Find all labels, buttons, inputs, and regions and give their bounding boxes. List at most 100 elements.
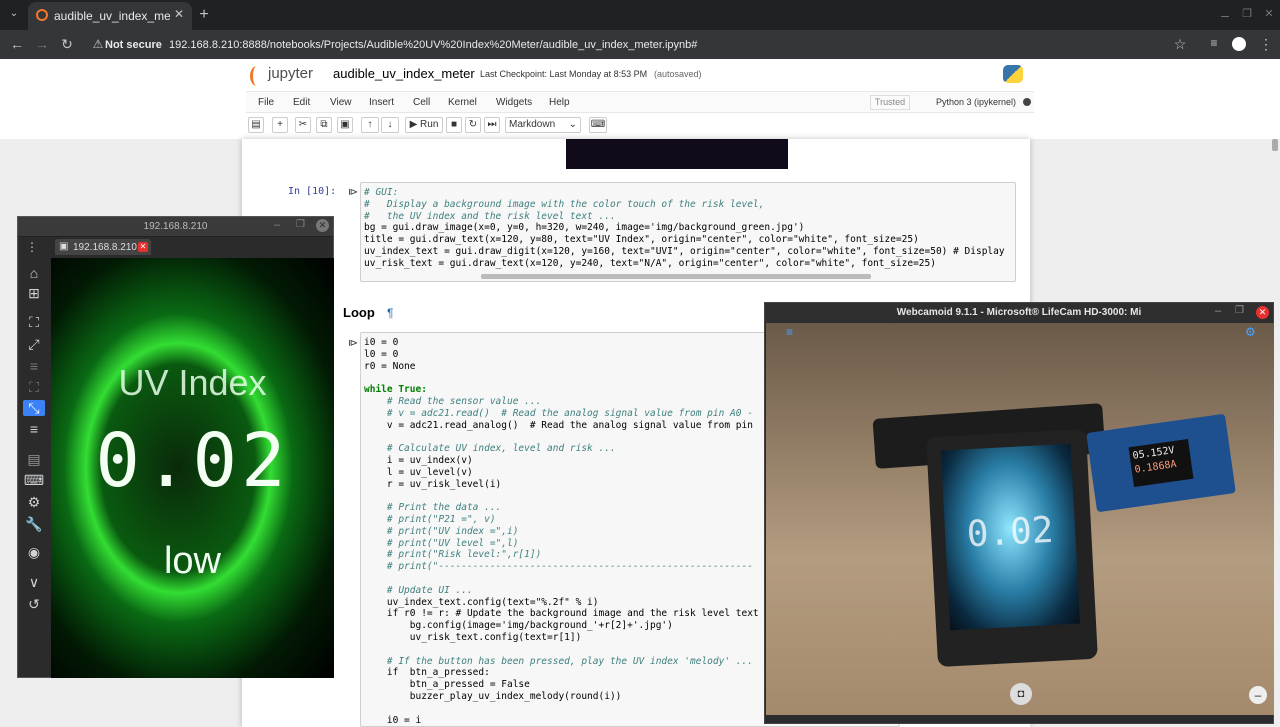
snapshot-icon[interactable]: ◘: [1010, 683, 1032, 705]
restart-run-all-icon[interactable]: ⏭: [484, 117, 500, 133]
code-cell-gui[interactable]: # GUI: # Display a background image with…: [360, 182, 1016, 282]
add-icon[interactable]: ⊞: [23, 285, 45, 301]
home-icon[interactable]: ⌂: [23, 265, 45, 281]
remote-display-window: 192.168.8.210 – ❐ ✕ ⋮ ▣ 192.168.8.210 ✕ …: [17, 216, 334, 678]
code-line: l0 = 0: [364, 348, 399, 360]
move-down-icon[interactable]: ↓: [381, 117, 399, 133]
settings-icon[interactable]: ⚙: [23, 494, 45, 510]
run-button[interactable]: ▶ Run: [405, 117, 443, 133]
menu-widgets[interactable]: Widgets: [496, 97, 532, 108]
wrench-icon[interactable]: 🔧: [23, 516, 45, 532]
code-line: uv_index_text.config(text="%.2f" % i): [364, 596, 599, 608]
cut-icon[interactable]: ✂: [295, 117, 311, 133]
move-up-icon[interactable]: ↑: [361, 117, 379, 133]
camera-icon[interactable]: ◉: [23, 544, 45, 560]
webcam-titlebar: Webcamoid 9.1.1 - Microsoft® LifeCam HD-…: [765, 303, 1273, 323]
collapse-icon[interactable]: –: [1249, 686, 1267, 704]
scale-icon[interactable]: ⛶: [23, 379, 45, 395]
menu-edit[interactable]: Edit: [293, 97, 310, 108]
fullscreen-icon[interactable]: ⤢: [23, 336, 45, 352]
menu-insert[interactable]: Insert: [369, 97, 394, 108]
copy-icon[interactable]: ⧉: [316, 117, 332, 133]
close-icon[interactable]: ✕: [1256, 306, 1269, 319]
restart-icon[interactable]: ↻: [465, 117, 481, 133]
keyboard-icon[interactable]: ⌨: [23, 472, 45, 488]
minimize-icon[interactable]: –: [1215, 305, 1221, 317]
paste-icon[interactable]: ▣: [337, 117, 353, 133]
code-line: # Print the data ...: [364, 502, 502, 514]
browser-tab[interactable]: audible_uv_index_mete ✕: [28, 2, 192, 30]
webcam-feed: ≡ ⚙ 05.152V 0.1868A 0.02 ◘ –: [766, 323, 1274, 715]
code-line: # Calculate UV index, level and risk ...: [364, 443, 616, 455]
menu-icon[interactable]: ≡: [786, 325, 793, 339]
extension-icon[interactable]: [1232, 37, 1246, 51]
forward-icon[interactable]: →: [34, 36, 50, 52]
menu-help[interactable]: Help: [549, 97, 570, 108]
menubar: File Edit View Insert Cell Kernel Widget…: [246, 91, 1034, 113]
trusted-badge[interactable]: Trusted: [870, 95, 910, 110]
code-line: # print("UV index =",i): [364, 525, 519, 537]
menu-cell[interactable]: Cell: [413, 97, 430, 108]
cell-prompt: In [10]:: [288, 186, 337, 197]
menu-icon[interactable]: ≡: [23, 421, 45, 437]
menu-dots-icon[interactable]: ⋮: [26, 240, 38, 254]
screen-risk: low: [163, 540, 222, 582]
maximize-icon[interactable]: ❐: [296, 219, 305, 230]
stop-icon[interactable]: ■: [446, 117, 462, 133]
webcam-window: Webcamoid 9.1.1 - Microsoft® LifeCam HD-…: [764, 302, 1274, 724]
code-line: i0 = i: [364, 714, 422, 726]
address-bar[interactable]: ⚠ Not secure 192.168.8.210:8888/notebook…: [85, 34, 1205, 56]
maximize-icon[interactable]: ❐: [1240, 7, 1254, 20]
list-icon[interactable]: ≡: [23, 358, 45, 374]
media-control-icon[interactable]: ≡: [1206, 36, 1222, 50]
close-icon[interactable]: ✕: [316, 219, 329, 232]
remote-display-titlebar: 192.168.8.210 – ❐ ✕: [18, 217, 333, 237]
maximize-icon[interactable]: ❐: [1235, 305, 1244, 316]
scale-active-icon[interactable]: ⤡: [23, 400, 45, 416]
meter-current: 0.1868A: [1133, 458, 1178, 476]
tab-close-icon[interactable]: ✕: [138, 242, 148, 252]
insert-cell-icon[interactable]: +: [272, 117, 288, 133]
remote-display-title: 192.168.8.210: [143, 221, 208, 232]
screen-icon[interactable]: ▤: [23, 451, 45, 467]
save-icon[interactable]: ▤: [248, 117, 264, 133]
tab-page-icon: ▣: [59, 241, 69, 252]
reload-icon[interactable]: ↻: [59, 36, 75, 53]
warning-icon: ⚠: [92, 37, 104, 51]
fit-icon[interactable]: ⛶: [23, 314, 45, 330]
browser-menu-icon[interactable]: ⋮: [1258, 36, 1274, 53]
jupyter-logo-icon: [250, 66, 264, 86]
page-scrollbar[interactable]: [1272, 139, 1278, 151]
menu-file[interactable]: File: [258, 97, 274, 108]
minimize-icon[interactable]: –: [1218, 7, 1232, 23]
code-line: # If the button has been pressed, play t…: [364, 655, 753, 667]
remote-tab[interactable]: ▣ 192.168.8.210 ✕: [55, 239, 151, 255]
menu-kernel[interactable]: Kernel: [448, 97, 477, 108]
device-value: 0.02: [965, 509, 1055, 556]
minimize-icon[interactable]: –: [274, 219, 280, 231]
window-close-icon[interactable]: ✕: [1262, 7, 1276, 20]
command-palette-icon[interactable]: ⌨: [589, 117, 607, 133]
webcam-title: Webcamoid 9.1.1 - Microsoft® LifeCam HD-…: [896, 307, 1142, 318]
chevron-down-icon[interactable]: ∨: [23, 574, 45, 590]
run-icon: ▶: [409, 119, 421, 130]
cell-type-select[interactable]: Markdown ⌄: [505, 117, 581, 133]
code-line: uv_risk_text.config(text=r[1]): [364, 631, 582, 643]
tab-close-icon[interactable]: ✕: [172, 7, 186, 21]
settings-icon[interactable]: ⚙: [1245, 325, 1256, 339]
cell-type-value: Markdown: [509, 119, 556, 130]
disconnect-icon[interactable]: ↺: [23, 596, 45, 612]
code-line: # Display a background image with the co…: [364, 198, 765, 210]
chevron-down-icon: ⌄: [568, 119, 577, 130]
anchor-link[interactable]: ¶: [387, 306, 393, 320]
remote-screen[interactable]: UV Index 0.02 low: [51, 258, 334, 678]
menu-view[interactable]: View: [330, 97, 352, 108]
python-logo-icon: [1003, 65, 1023, 83]
notebook-name[interactable]: audible_uv_index_meter: [333, 66, 475, 81]
code-cell-loop-content: i0 = 0 l0 = 0 r0 = None while True: # Re…: [364, 337, 759, 726]
tab-search-icon[interactable]: ⌄: [6, 8, 22, 22]
horizontal-scrollbar[interactable]: [481, 274, 871, 279]
back-icon[interactable]: ←: [9, 36, 25, 52]
new-tab-icon[interactable]: +: [196, 6, 212, 24]
jupyter-logo-text: jupyter: [268, 65, 314, 82]
